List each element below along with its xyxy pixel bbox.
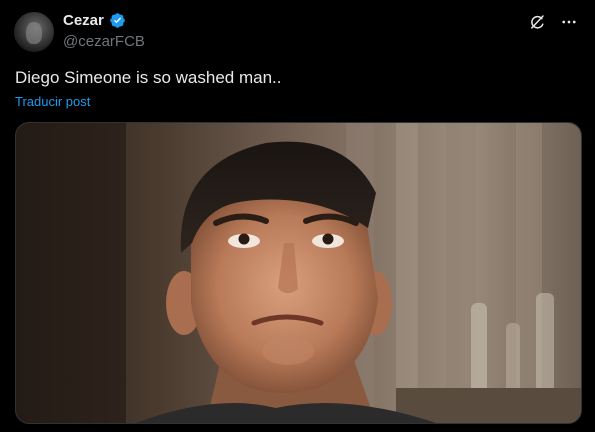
translate-post-link[interactable]: Traducir post (15, 94, 90, 109)
tweet-text: Diego Simeone is so washed man.. (15, 68, 282, 87)
tweet-actions-top (527, 12, 579, 32)
verified-badge-icon[interactable] (109, 12, 126, 29)
more-icon[interactable] (559, 12, 579, 32)
tweet-media-photo[interactable] (15, 122, 582, 424)
author-handle[interactable]: @cezarFCB (63, 33, 145, 50)
avatar[interactable] (14, 12, 54, 52)
media-photo-image (16, 123, 581, 423)
tweet-card[interactable]: Cezar @cezarFCB Diego Simeone is so wash… (0, 0, 595, 432)
author-display-name[interactable]: Cezar (63, 12, 104, 29)
grok-icon[interactable] (527, 12, 547, 32)
author-name-row: Cezar (63, 12, 126, 29)
